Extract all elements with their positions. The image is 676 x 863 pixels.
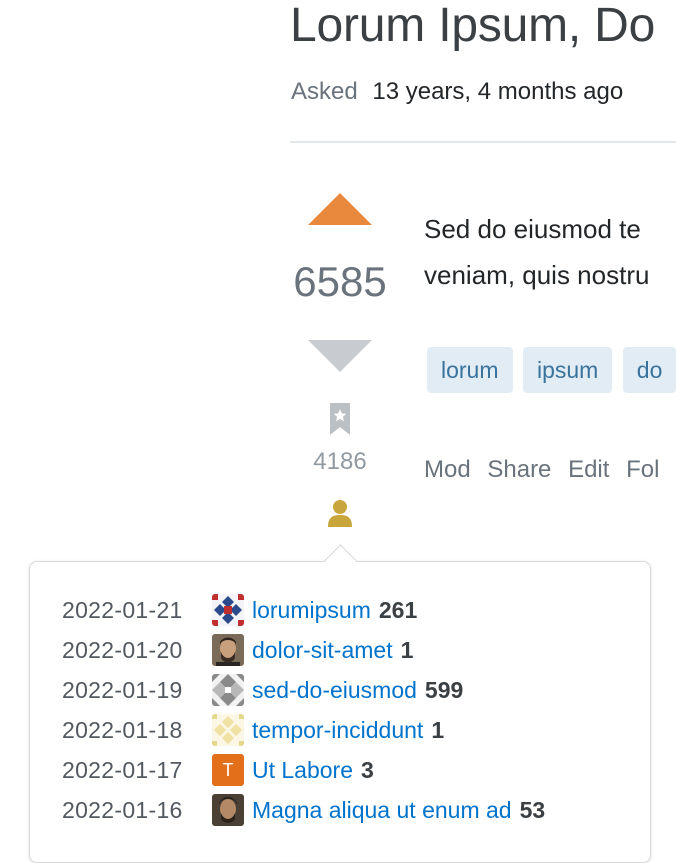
entry-date: 2022-01-21 xyxy=(62,596,183,623)
tag-list: lorum ipsum do xyxy=(427,347,676,393)
question-body: Sed do eiusmod te veniam, quis nostru xyxy=(424,206,649,298)
list-item: 2022-01-20 dolor-sit-amet 1 xyxy=(62,630,545,670)
entry-date: 2022-01-20 xyxy=(62,636,183,663)
entry-date: 2022-01-18 xyxy=(62,716,183,743)
share-action[interactable]: Share xyxy=(487,456,551,483)
body-line: veniam, quis nostru xyxy=(424,260,650,290)
bookmark-count[interactable]: 4186 xyxy=(280,448,400,476)
user-icon[interactable] xyxy=(327,499,353,534)
asked-info: Asked 13 years, 4 months ago xyxy=(291,78,623,106)
identicon-avatar[interactable] xyxy=(212,674,244,706)
entry-username[interactable]: dolor-sit-amet xyxy=(252,637,393,664)
header-divider xyxy=(290,141,676,143)
list-item: 2022-01-21 lorumipsum 261 xyxy=(62,590,545,630)
asked-label: Asked xyxy=(291,78,358,105)
list-item: 2022-01-18 tempor-inciddunt 1 xyxy=(62,710,545,750)
identicon-avatar[interactable] xyxy=(212,594,244,626)
entry-reputation: 261 xyxy=(378,596,418,623)
bookmark-icon[interactable] xyxy=(328,403,352,440)
post-actions: Mod Share Edit Fol xyxy=(424,456,669,484)
vote-score: 6585 xyxy=(293,258,387,305)
entry-date: 2022-01-19 xyxy=(62,676,183,703)
bookmark-history-list: 2022-01-21 lorumipsum 261 2022-01-20 dol… xyxy=(62,590,545,830)
mod-action[interactable]: Mod xyxy=(424,456,471,483)
entry-date: 2022-01-17 xyxy=(62,756,183,783)
list-item: 2022-01-19 sed-do-eiusmod 599 xyxy=(62,670,545,710)
identicon-avatar[interactable] xyxy=(212,714,244,746)
photo-avatar[interactable] xyxy=(212,794,244,826)
downvote-arrow-icon[interactable] xyxy=(308,340,372,372)
photo-avatar[interactable] xyxy=(212,634,244,666)
edit-action[interactable]: Edit xyxy=(568,456,609,483)
tag-do[interactable]: do xyxy=(622,347,676,393)
tag-lorum[interactable]: lorum xyxy=(427,347,513,393)
entry-reputation: 599 xyxy=(424,676,464,703)
entry-username[interactable]: tempor-inciddunt xyxy=(252,717,423,744)
entry-username[interactable]: lorumipsum xyxy=(252,597,371,624)
entry-username[interactable]: sed-do-eiusmod xyxy=(252,677,417,704)
body-line: Sed do eiusmod te xyxy=(424,214,641,244)
entry-reputation: 53 xyxy=(519,796,546,823)
entry-reputation: 1 xyxy=(400,636,414,663)
entry-date: 2022-01-16 xyxy=(62,796,183,823)
question-title[interactable]: Lorum Ipsum, Do xyxy=(290,0,655,54)
asked-value: 13 years, 4 months ago xyxy=(372,78,624,105)
list-item: 2022-01-16 Magna aliqua ut enum ad 53 xyxy=(62,790,545,830)
entry-username[interactable]: Ut Labore xyxy=(252,757,353,784)
letter-avatar[interactable]: T xyxy=(212,754,244,786)
entry-username[interactable]: Magna aliqua ut enum ad xyxy=(252,797,512,824)
tag-ipsum[interactable]: ipsum xyxy=(522,347,613,393)
upvote-arrow-icon[interactable] xyxy=(308,193,372,225)
follow-action[interactable]: Fol xyxy=(626,456,659,483)
entry-reputation: 1 xyxy=(431,716,445,743)
list-item: 2022-01-17 T Ut Labore 3 xyxy=(62,750,545,790)
entry-reputation: 3 xyxy=(361,756,374,783)
